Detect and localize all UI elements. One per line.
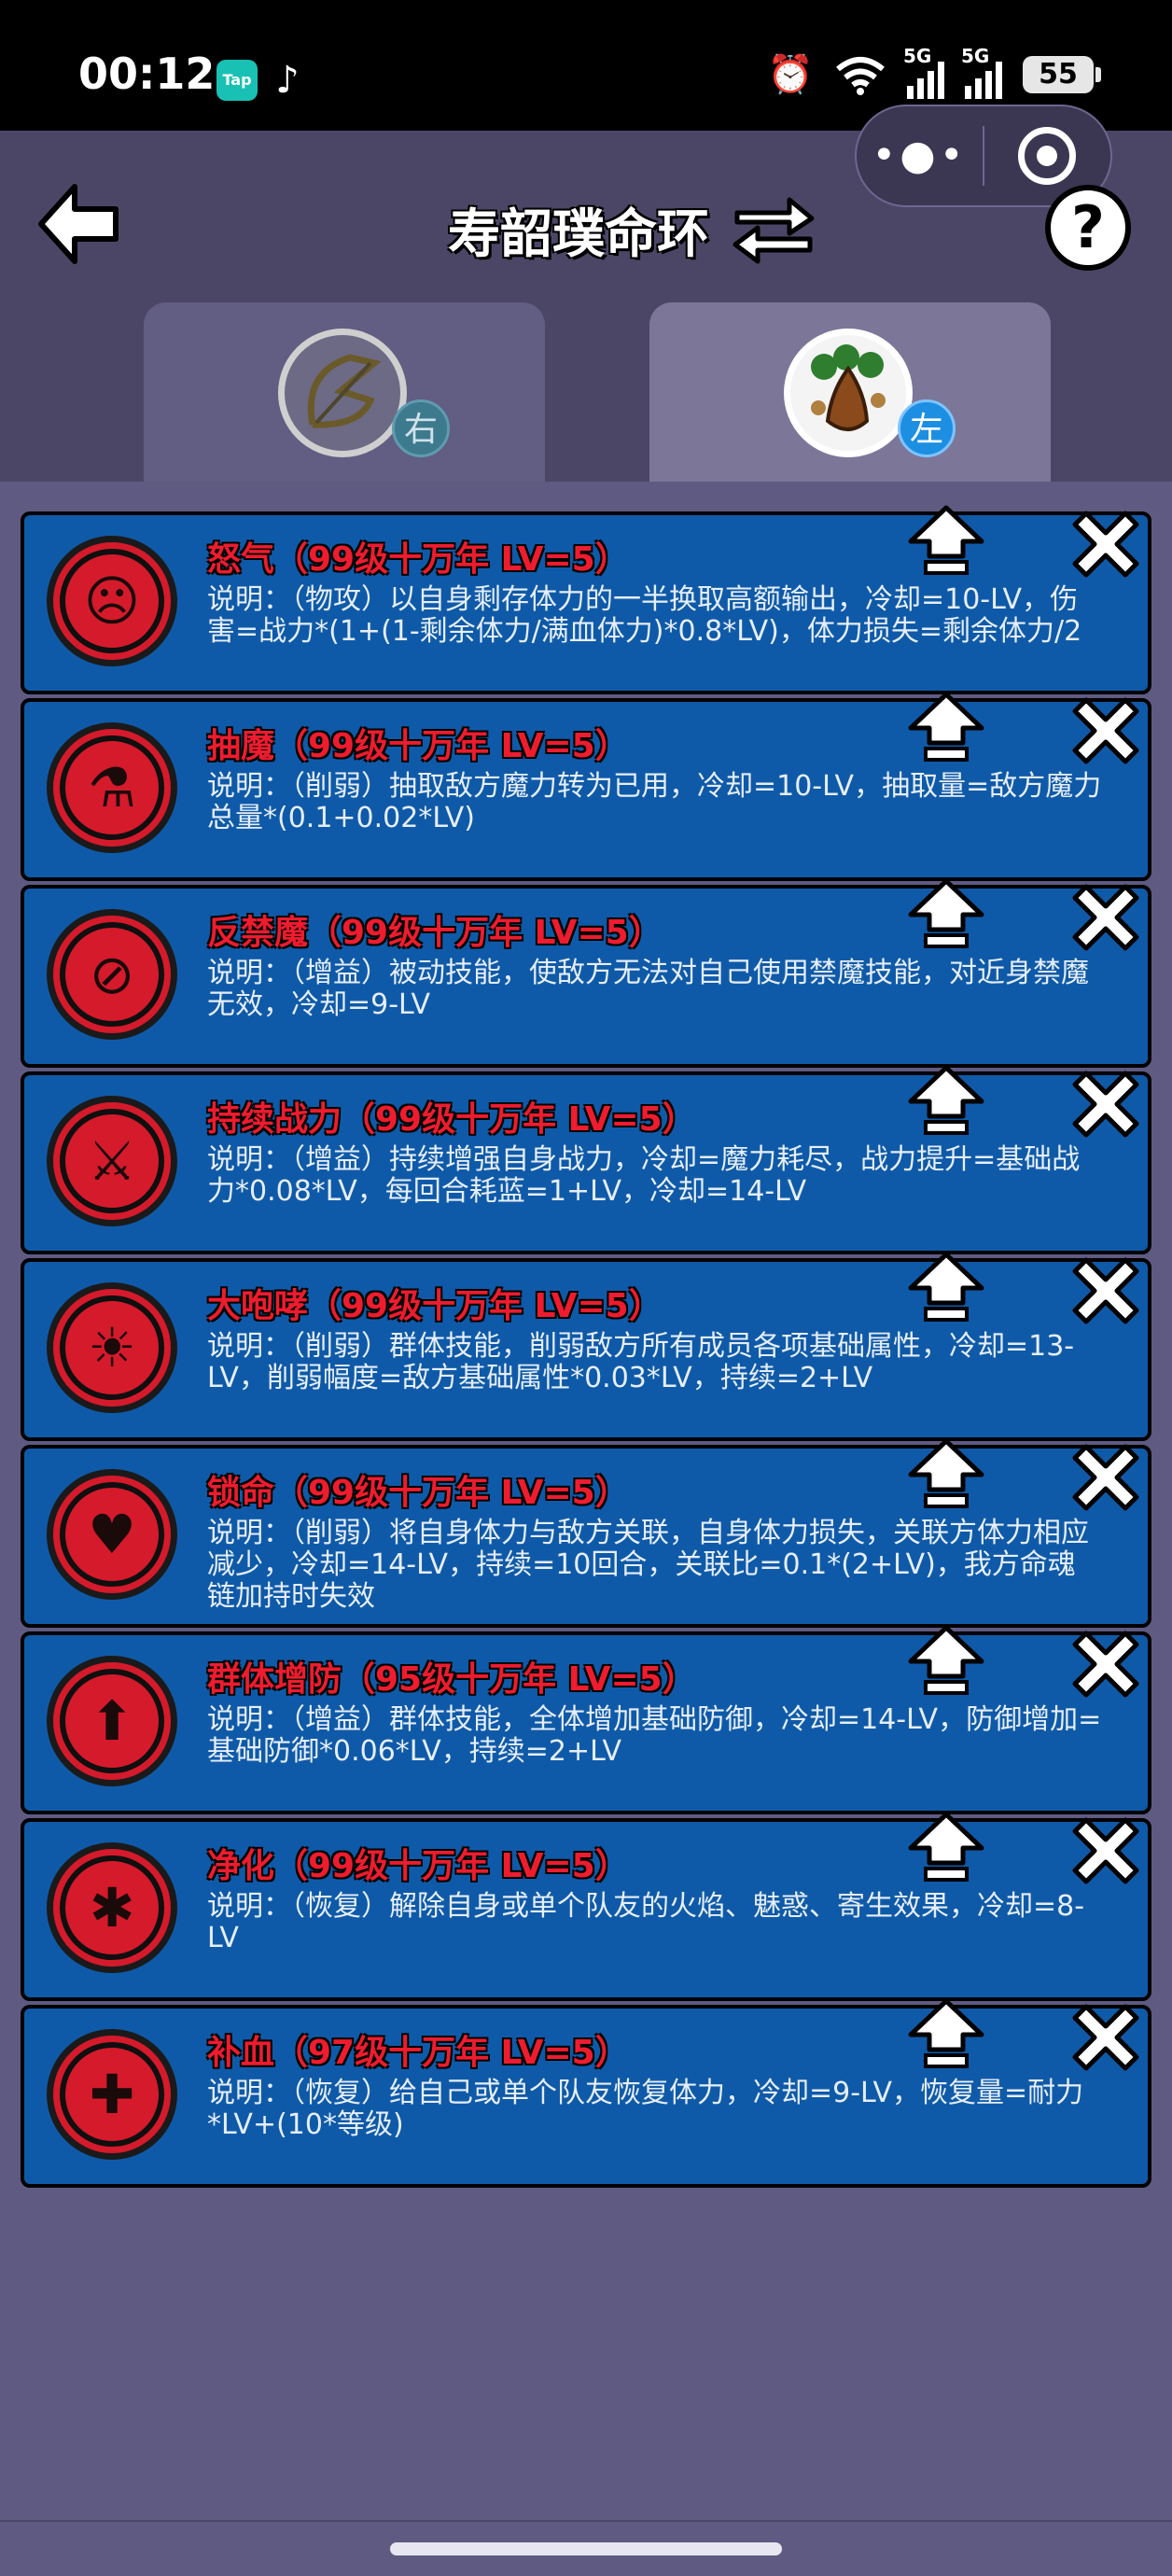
upgrade-arrow-icon[interactable] (905, 691, 987, 765)
remove-x-icon[interactable] (1066, 1624, 1146, 1704)
page-title: 寿韶璞命环 (448, 204, 709, 265)
skill-card[interactable]: ☀ 大咆哮（99级十万年 LV=5） 说明：（削弱）群体技能，削弱敌方所有成员各… (21, 1252, 1151, 1441)
skill-description: 说明：（增益）被动技能，使敌方无法对自己使用禁魔技能，对近身禁魔无效，冷却=9-… (207, 957, 1089, 1021)
skill-title: 怒气（99级十万年 LV=5） (207, 540, 629, 579)
no-magic-icon: ⊘ (47, 909, 177, 1040)
swap-arrows-icon[interactable] (730, 185, 817, 267)
heal-heart-icon: ✚ (47, 2029, 177, 2160)
upgrade-arrow-icon[interactable] (905, 1251, 987, 1325)
skill-title: 补血（97级十万年 LV=5） (207, 2034, 629, 2072)
upgrade-arrow-icon[interactable] (905, 1811, 987, 1885)
skill-card[interactable]: ⚗ 抽魔（99级十万年 LV=5） 说明：（削弱）抽取敌方魔力转为已用，冷却=1… (21, 692, 1151, 881)
skill-title: 反禁魔（99级十万年 LV=5） (207, 914, 663, 952)
locked-heart-icon: ♥ (47, 1469, 177, 1600)
bow-icon (278, 329, 407, 457)
upgrade-arrow-icon[interactable] (905, 1624, 987, 1699)
more-icon[interactable]: •●• (857, 105, 983, 207)
taptap-app-icon: Tap (216, 60, 258, 101)
skill-card[interactable]: ⚔ 持续战力（99级十万年 LV=5） 说明：（增益）持续增强自身战力，冷却=魔… (21, 1065, 1151, 1254)
purify-icon: ✱ (47, 1842, 177, 1973)
tiktok-app-icon: ♪ (275, 59, 300, 102)
remove-x-icon[interactable] (1066, 1064, 1146, 1144)
remove-x-icon[interactable] (1066, 877, 1146, 958)
skill-card[interactable]: ✱ 净化（99级十万年 LV=5） 说明：（恢复）解除自身或单个队友的火焰、魅惑… (21, 1812, 1151, 2001)
remove-x-icon[interactable] (1066, 1811, 1146, 1891)
remove-x-icon[interactable] (1066, 1997, 1146, 2078)
upgrade-arrow-icon[interactable] (905, 504, 987, 579)
skill-card[interactable]: ♥ 锁命（99级十万年 LV=5） 说明：（削弱）将自身体力与敌方关联，自身体力… (21, 1438, 1151, 1628)
skill-title: 大咆哮（99级十万年 LV=5） (207, 1287, 663, 1325)
alarm-icon: ⏰ (767, 53, 814, 96)
upgrade-arrow-icon[interactable] (905, 1997, 987, 2072)
skill-card[interactable]: ✚ 补血（97级十万年 LV=5） 说明：（恢复）给自己或单个队友恢复体力，冷却… (21, 1998, 1151, 2188)
tab-left-hand[interactable]: 左 (649, 302, 1051, 482)
remove-x-icon[interactable] (1066, 504, 1146, 584)
wifi-icon (836, 57, 885, 95)
back-arrow-icon[interactable] (32, 177, 125, 271)
skill-card[interactable]: ☹ 怒气（99级十万年 LV=5） 说明：（物攻）以自身剩存体力的一半换取高额输… (21, 505, 1151, 694)
skill-description: 说明：（物攻）以自身剩存体力的一半换取高额输出，冷却=10-LV，伤害=战力*(… (207, 583, 1082, 648)
skill-card[interactable]: ⬆ 群体增防（95级十万年 LV=5） 说明：（增益）群体技能，全体增加基础防御… (21, 1625, 1151, 1814)
sword-cycle-icon: ⚔ (47, 1096, 177, 1226)
home-indicator[interactable] (390, 2542, 782, 2555)
upgrade-arrow-icon[interactable] (905, 1437, 987, 1512)
skill-description: 说明：（增益）持续增强自身战力，冷却=魔力耗尽，战力提升=基础战力*0.08*L… (207, 1143, 1081, 1208)
skill-description: 说明：（削弱）将自身体力与敌方关联，自身体力损失，关联方体力相应减少，冷却=14… (207, 1517, 1089, 1613)
upgrade-arrow-icon[interactable] (905, 877, 987, 952)
shield-up-icon: ⬆ (47, 1656, 177, 1786)
right-hand-badge: 右 (392, 399, 450, 457)
skill-title: 抽魔（99级十万年 LV=5） (207, 727, 629, 765)
help-button[interactable]: ? (1045, 185, 1131, 271)
skill-title: 锁命（99级十万年 LV=5） (207, 1474, 629, 1512)
skill-description: 说明：（削弱）群体技能，削弱敌方所有成员各项基础属性，冷却=13-LV，削弱幅度… (207, 1330, 1075, 1394)
status-time: 00:12 (78, 49, 216, 99)
remove-x-icon[interactable] (1066, 691, 1146, 771)
roaring-lion-icon: ☀ (47, 1282, 177, 1413)
left-hand-badge: 左 (898, 399, 956, 457)
root-plant-icon (784, 329, 913, 457)
status-indicators: ⏰ 5G 5G 55 (767, 45, 1101, 99)
angry-face-icon: ☹ (47, 536, 177, 666)
skill-description: 说明：（增益）群体技能，全体增加基础防御，冷却=14-LV，防御增加=基础防御*… (207, 1703, 1102, 1768)
skill-description: 说明：（削弱）抽取敌方魔力转为已用，冷却=10-LV，抽取量=敌方魔力总量*(0… (207, 770, 1102, 834)
syringe-icon: ⚗ (47, 722, 177, 853)
remove-x-icon[interactable] (1066, 1251, 1146, 1331)
signal-5g-icon: 5G (903, 45, 944, 99)
divider (0, 2520, 1172, 2522)
upgrade-arrow-icon[interactable] (905, 1064, 987, 1139)
skill-card[interactable]: ⊘ 反禁魔（99级十万年 LV=5） 说明：（增益）被动技能，使敌方无法对自己使… (21, 878, 1151, 1068)
signal-5g-icon: 5G (961, 45, 1002, 99)
close-miniprogram-icon[interactable] (984, 127, 1110, 185)
skill-title: 净化（99级十万年 LV=5） (207, 1847, 629, 1885)
battery-icon: 55 (1023, 56, 1101, 93)
tab-right-hand[interactable]: 右 (144, 302, 545, 482)
remove-x-icon[interactable] (1066, 1437, 1146, 1518)
skill-description: 说明：（恢复）给自己或单个队友恢复体力，冷却=9-LV，恢复量=耐力*LV+(1… (207, 2077, 1084, 2141)
skill-description: 说明：（恢复）解除自身或单个队友的火焰、魅惑、寄生效果，冷却=8-LV (207, 1890, 1085, 1954)
skill-title: 群体增防（95级十万年 LV=5） (207, 1660, 696, 1699)
skill-title: 持续战力（99级十万年 LV=5） (207, 1100, 696, 1139)
